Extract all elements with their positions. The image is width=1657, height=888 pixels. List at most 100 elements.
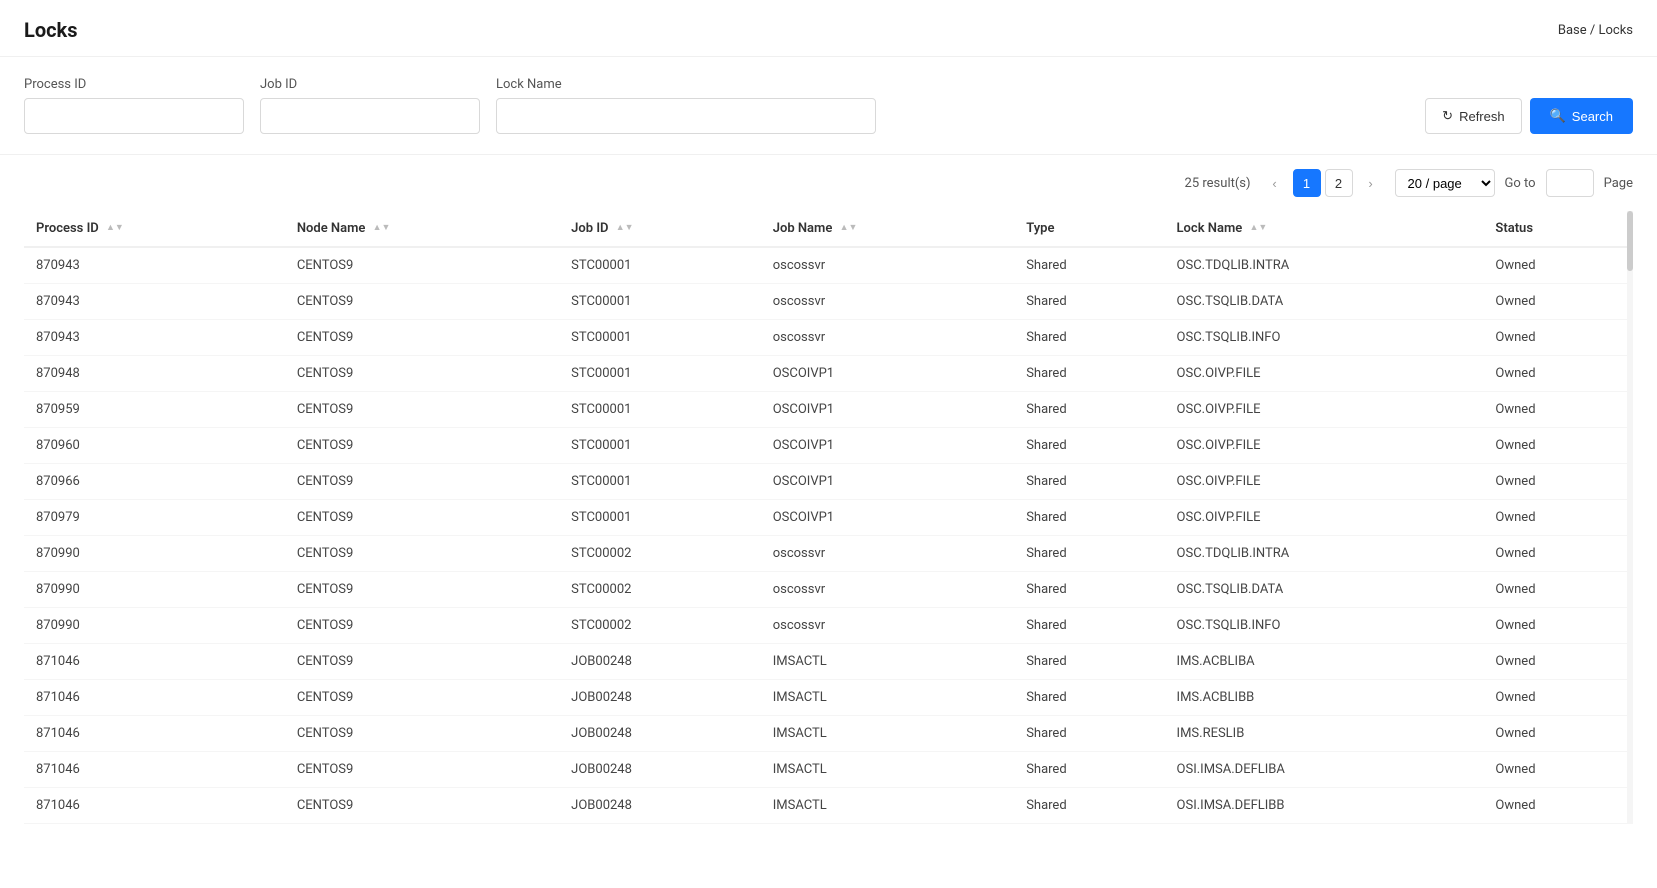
table-row: 870990 CENTOS9 STC00002 oscossvr Shared … (24, 608, 1633, 644)
col-job-name: Job Name ▲▼ (761, 211, 1014, 247)
table-row: 870990 CENTOS9 STC00002 oscossvr Shared … (24, 572, 1633, 608)
search-icon: 🔍 (1550, 108, 1566, 124)
results-count: 25 result(s) (1185, 176, 1251, 191)
table-row: 870959 CENTOS9 STC00001 OSCOIVP1 Shared … (24, 392, 1633, 428)
cell-lock-name: IMS.ACBLIBA (1165, 644, 1484, 680)
cell-node-name: CENTOS9 (285, 284, 559, 320)
cell-lock-name: OSC.TSQLIB.DATA (1165, 284, 1484, 320)
page-2-button[interactable]: 2 (1325, 169, 1353, 197)
cell-process-id: 870943 (24, 284, 285, 320)
sort-job-id-icon[interactable]: ▲▼ (616, 224, 634, 233)
cell-type: Shared (1014, 788, 1164, 824)
cell-job-name: oscossvr (761, 536, 1014, 572)
job-id-group: Job ID (260, 77, 480, 134)
cell-job-name: IMSACTL (761, 680, 1014, 716)
cell-type: Shared (1014, 356, 1164, 392)
cell-type: Shared (1014, 536, 1164, 572)
cell-job-id: JOB00248 (559, 788, 761, 824)
cell-type: Shared (1014, 500, 1164, 536)
cell-job-name: oscossvr (761, 608, 1014, 644)
cell-type: Shared (1014, 428, 1164, 464)
cell-type: Shared (1014, 572, 1164, 608)
cell-job-name: OSCOIVP1 (761, 428, 1014, 464)
table-row: 870943 CENTOS9 STC00001 oscossvr Shared … (24, 247, 1633, 284)
col-job-id: Job ID ▲▼ (559, 211, 761, 247)
col-status: Status (1483, 211, 1633, 247)
cell-process-id: 871046 (24, 752, 285, 788)
cell-lock-name: OSC.TSQLIB.INFO (1165, 320, 1484, 356)
cell-status: Owned (1483, 464, 1633, 500)
cell-job-name: OSCOIVP1 (761, 464, 1014, 500)
filter-section: Process ID Job ID Lock Name ↻ Refresh 🔍 … (0, 57, 1657, 155)
page-size-select[interactable]: 20 / page 50 / page 100 / page (1395, 169, 1495, 197)
scrollbar-thumb[interactable] (1627, 211, 1633, 271)
job-id-input[interactable] (260, 98, 480, 134)
search-button[interactable]: 🔍 Search (1530, 98, 1633, 134)
cell-lock-name: IMS.ACBLIBB (1165, 680, 1484, 716)
lock-name-input[interactable] (496, 98, 876, 134)
page-title: Locks (24, 18, 78, 42)
cell-lock-name: OSC.OIVP.FILE (1165, 392, 1484, 428)
locks-table: Process ID ▲▼ Node Name ▲▼ Job ID ▲▼ Job… (24, 211, 1633, 824)
sort-job-name-icon[interactable]: ▲▼ (840, 224, 858, 233)
col-type: Type (1014, 211, 1164, 247)
cell-node-name: CENTOS9 (285, 356, 559, 392)
cell-status: Owned (1483, 644, 1633, 680)
table-row: 870990 CENTOS9 STC00002 oscossvr Shared … (24, 536, 1633, 572)
cell-job-name: IMSACTL (761, 752, 1014, 788)
cell-job-id: JOB00248 (559, 752, 761, 788)
cell-job-id: JOB00248 (559, 716, 761, 752)
cell-process-id: 870960 (24, 428, 285, 464)
goto-input[interactable] (1546, 169, 1594, 197)
cell-node-name: CENTOS9 (285, 464, 559, 500)
cell-process-id: 870943 (24, 247, 285, 284)
cell-type: Shared (1014, 752, 1164, 788)
table-row: 870960 CENTOS9 STC00001 OSCOIVP1 Shared … (24, 428, 1633, 464)
cell-job-id: STC00002 (559, 608, 761, 644)
cell-node-name: CENTOS9 (285, 788, 559, 824)
cell-status: Owned (1483, 752, 1633, 788)
cell-node-name: CENTOS9 (285, 572, 559, 608)
cell-node-name: CENTOS9 (285, 608, 559, 644)
table-row: 870943 CENTOS9 STC00001 oscossvr Shared … (24, 320, 1633, 356)
cell-node-name: CENTOS9 (285, 752, 559, 788)
cell-node-name: CENTOS9 (285, 320, 559, 356)
cell-type: Shared (1014, 284, 1164, 320)
table-row: 871046 CENTOS9 JOB00248 IMSACTL Shared I… (24, 644, 1633, 680)
cell-process-id: 870959 (24, 392, 285, 428)
cell-job-id: STC00001 (559, 464, 761, 500)
cell-process-id: 871046 (24, 680, 285, 716)
lock-name-group: Lock Name (496, 77, 876, 134)
cell-node-name: CENTOS9 (285, 428, 559, 464)
sort-node-name-icon[interactable]: ▲▼ (373, 224, 391, 233)
pagination: ‹ 1 2 › (1261, 169, 1385, 197)
cell-job-id: STC00002 (559, 536, 761, 572)
cell-status: Owned (1483, 320, 1633, 356)
col-process-id: Process ID ▲▼ (24, 211, 285, 247)
scrollbar-track[interactable] (1627, 211, 1633, 824)
process-id-input[interactable] (24, 98, 244, 134)
sort-lock-name-icon[interactable]: ▲▼ (1250, 224, 1268, 233)
cell-process-id: 870943 (24, 320, 285, 356)
cell-lock-name: OSC.TSQLIB.INFO (1165, 608, 1484, 644)
cell-lock-name: OSC.TDQLIB.INTRA (1165, 536, 1484, 572)
table-row: 870948 CENTOS9 STC00001 OSCOIVP1 Shared … (24, 356, 1633, 392)
cell-job-id: STC00001 (559, 392, 761, 428)
cell-lock-name: OSC.TSQLIB.DATA (1165, 572, 1484, 608)
prev-page-button[interactable]: ‹ (1261, 169, 1289, 197)
breadcrumb-base: Base (1558, 23, 1587, 38)
next-page-button[interactable]: › (1357, 169, 1385, 197)
page-1-button[interactable]: 1 (1293, 169, 1321, 197)
sort-process-id-icon[interactable]: ▲▼ (106, 224, 124, 233)
table-wrapper: Process ID ▲▼ Node Name ▲▼ Job ID ▲▼ Job… (24, 211, 1633, 824)
refresh-button[interactable]: ↻ Refresh (1425, 98, 1521, 134)
cell-type: Shared (1014, 247, 1164, 284)
col-node-name: Node Name ▲▼ (285, 211, 559, 247)
process-id-label: Process ID (24, 77, 244, 92)
cell-node-name: CENTOS9 (285, 536, 559, 572)
cell-status: Owned (1483, 356, 1633, 392)
table-row: 871046 CENTOS9 JOB00248 IMSACTL Shared I… (24, 716, 1633, 752)
cell-job-name: OSCOIVP1 (761, 356, 1014, 392)
cell-status: Owned (1483, 284, 1633, 320)
cell-status: Owned (1483, 572, 1633, 608)
